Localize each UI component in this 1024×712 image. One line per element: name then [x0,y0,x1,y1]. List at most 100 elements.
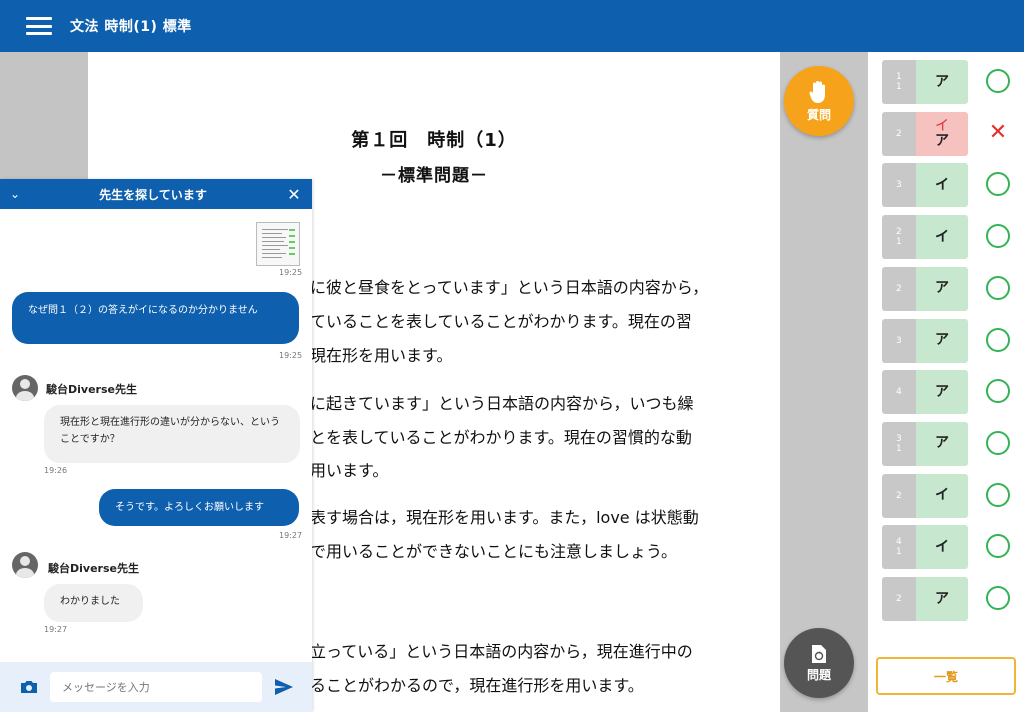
menu-icon[interactable] [26,17,52,35]
message-input[interactable] [50,672,262,702]
question-number-part: 3 [896,335,902,346]
question-number: 2 [882,266,916,311]
question-number-part: 2 [896,128,902,139]
question-button[interactable]: 質問 [784,66,854,136]
answer-box[interactable]: イ [916,215,968,260]
check-circle-icon [986,275,1010,300]
answer-text: イ [935,487,949,504]
question-number: 2 [882,473,916,518]
document-line: 用います。 [310,461,389,480]
answer-row: 21 イ [882,215,1022,260]
wrong-answer: イ [935,117,949,134]
answer-row: 31 ア [882,421,1022,466]
user-icon [12,552,38,578]
problem-label: 問題 [806,667,831,682]
attached-image[interactable] [256,222,300,266]
answer-box[interactable]: ア [916,577,968,621]
check-circle-icon [986,430,1010,455]
check-circle-icon [986,379,1010,404]
document-line: ることがわかるので，現在進行形を用います。 [310,676,644,695]
teacher-message: わかりました [44,584,143,622]
user-message: そうです。よろしくお願いします [99,489,299,526]
document-line: に彼と昼食をとっています」という日本語の内容から， [310,278,709,297]
question-number-part: 1 [896,72,902,82]
question-number: 21 [882,215,916,260]
answer-row: 4ア [882,370,1022,415]
question-number: 2 [882,577,916,621]
answer-row: 2ア [882,266,1022,311]
answer-text: ア [935,280,949,297]
document-line: とを表していることがわかります。現在の習慣的な動 [310,428,692,447]
document-line: 現在形を用います。 [310,346,453,365]
problem-button[interactable]: 問題 [784,628,854,698]
check-circle-icon [986,534,1010,559]
teacher-message: 現在形と現在進行形の違いが分からない、ということですか？ [44,405,300,463]
answer-text: ア [935,332,949,348]
message-time: 19:27 [279,531,303,540]
question-number-part: 2 [896,227,902,238]
list-button[interactable]: 一覧 [876,657,1016,695]
check-circle-icon [986,224,1010,249]
answer-box[interactable]: イ [916,163,968,208]
message-time: 19:25 [279,351,303,360]
question-number: 3 [882,163,916,208]
document-line: で用いることができないことにも注意しましょう。 [310,542,678,561]
send-icon[interactable] [274,678,294,696]
question-number: 3 [882,318,916,363]
question-label: 質問 [806,107,831,122]
answer-box[interactable]: ア [916,60,968,104]
answer-text: ア [935,73,949,90]
question-number-part: 3 [896,180,902,191]
question-number: 31 [882,421,916,466]
answer-box[interactable]: イ [916,473,968,518]
chat-title: 先生を探しています [99,187,207,202]
answer-row: 41 イ [882,525,1022,570]
question-number: 2 [882,111,916,156]
question-number-part: 3 [896,433,902,444]
message-time: 19:25 [279,268,303,277]
camera-icon[interactable] [20,680,38,694]
check-circle-icon [986,586,1010,610]
right-margin [780,52,868,712]
refresh-doc-icon [812,644,826,663]
answer-box[interactable]: ア [916,370,968,415]
document-title: 第１回 時制（1） [351,130,517,151]
app-header: 文法 時制(1) 標準 [0,0,1024,52]
question-number-part: 2 [896,283,902,294]
question-number: 11 [882,60,916,104]
answer-row: 11 ア [882,60,1022,104]
question-number: 4 [882,370,916,415]
chat-input-bar [0,662,312,712]
close-icon[interactable]: ✕ [276,185,312,204]
document-line: 表す場合は，現在形を用います。また，love は状態動 [310,508,699,527]
answer-box[interactable]: イ [916,525,968,570]
check-circle-icon [986,69,1010,93]
answer-box[interactable]: ア [916,266,968,311]
chevron-down-icon[interactable]: ⌄ [0,187,30,201]
page-title: 文法 時制(1) 標準 [70,19,192,35]
answer-row: 2ア [882,577,1022,621]
chat-panel: ⌄ 先生を探しています ✕ 19:25 なぜ問１（２）の答えがイになるのか分かり… [0,179,312,712]
user-icon [12,375,38,401]
check-circle-icon [986,482,1010,507]
answer-box[interactable]: ア [916,421,968,466]
question-number-part: 4 [896,537,902,548]
question-number-part: 1 [896,237,902,248]
answer-text: ア [935,383,949,400]
answer-list: 1 1 ア 2 イア ✕ 3 イ 2 1 イ 2 ア 3 ア 4 ア 3 1 ア 2 イ 4 1 イ 2 ア [868,52,1024,712]
answer-text: イ [935,176,949,193]
answer-row: 2イ [882,473,1022,518]
answer-text: ア [935,132,949,149]
check-circle-icon [986,327,1010,352]
document-line: ていることを表していることがわかります。現在の習 [310,312,692,331]
answer-text: イ [935,228,949,245]
answer-box[interactable]: ア [916,318,968,363]
document-line: 立っている」という日本語の内容から，現在進行中の [310,642,693,661]
user-message: なぜ問１（２）の答えがイになるのか分かりません [12,292,299,344]
answer-row: 2 イア ✕ [882,111,1022,156]
answer-text: ア [935,590,949,607]
answer-box[interactable]: イア [916,111,968,156]
cross-icon: ✕ [988,119,1008,145]
question-number-part: 1 [896,547,902,558]
message-time: 19:26 [44,466,68,475]
